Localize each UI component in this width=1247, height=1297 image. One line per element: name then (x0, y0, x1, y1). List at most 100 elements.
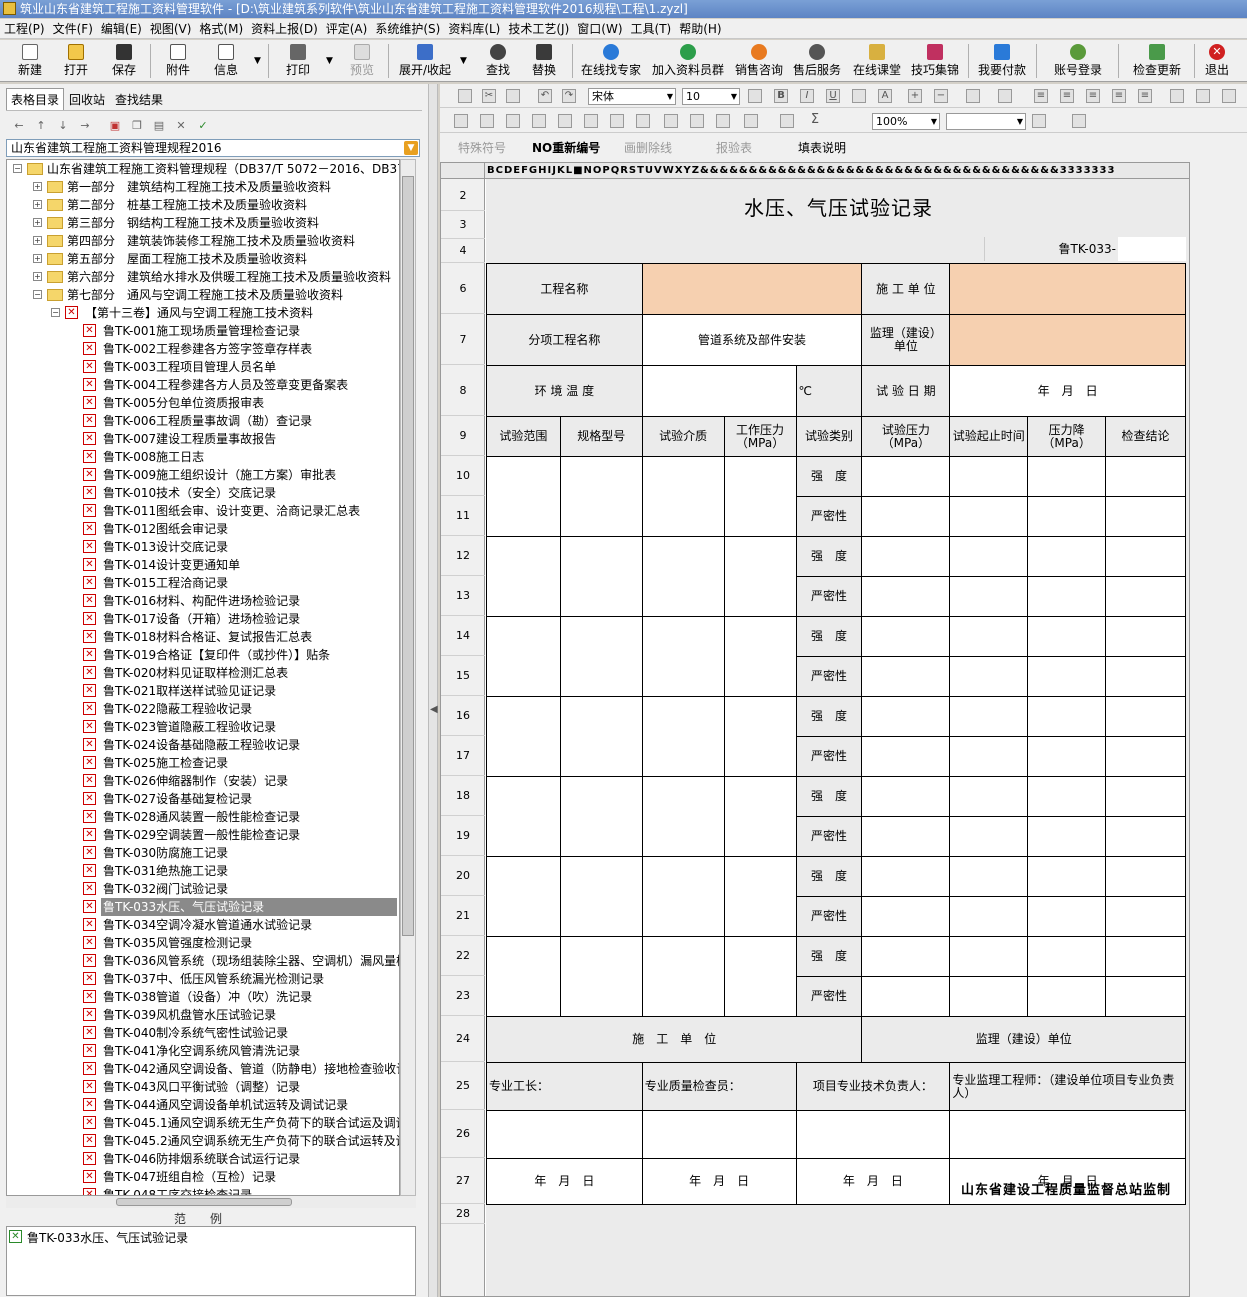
superscript-icon[interactable] (966, 89, 980, 103)
menu-library[interactable]: 资料库(L) (444, 19, 504, 39)
split-icon[interactable] (480, 114, 494, 128)
test-data-cell[interactable] (723, 936, 797, 1017)
menu-window[interactable]: 窗口(W) (573, 19, 626, 39)
test-date-field[interactable]: 年 月 日 (949, 365, 1186, 417)
col-insert-icon[interactable] (558, 114, 572, 128)
check-update-button[interactable]: 检查更新 (1126, 42, 1188, 80)
test-data-cell[interactable] (1027, 976, 1107, 1017)
row-number[interactable]: 9 (441, 416, 485, 456)
test-data-cell[interactable] (723, 696, 797, 777)
tree-node[interactable]: ✕ 鲁TK-041净化空调系统风管清洗记录 (7, 1042, 399, 1060)
test-data-cell[interactable] (1105, 576, 1186, 617)
test-data-cell[interactable] (723, 616, 797, 697)
online-class-button[interactable]: 在线课堂 (850, 42, 904, 80)
tree-node[interactable]: ✕ 鲁TK-015工程洽商记录 (7, 574, 399, 592)
test-data-cell[interactable] (1105, 736, 1186, 777)
lock-icon[interactable] (636, 114, 650, 128)
test-data-cell[interactable] (861, 896, 951, 937)
row-number[interactable]: 26 (441, 1110, 485, 1158)
scrollbar-thumb[interactable] (116, 1198, 292, 1206)
tree-node[interactable]: ✕ 鲁TK-001施工现场质量管理检查记录 (7, 322, 399, 340)
tree-node[interactable]: ✕ 鲁TK-046防排烟系统联合试运行记录 (7, 1150, 399, 1168)
link-icon[interactable] (716, 114, 730, 128)
tree-node[interactable]: − 第七部分 通风与空调工程施工技术及质量验收资料 (7, 286, 399, 304)
row-number[interactable]: 20 (441, 856, 485, 896)
test-data-cell[interactable] (1105, 816, 1186, 857)
tree-node[interactable]: ✕ 鲁TK-003工程项目管理人员名单 (7, 358, 399, 376)
test-data-cell[interactable] (1105, 696, 1186, 737)
tree-node[interactable]: ✕ 鲁TK-014设计变更通知单 (7, 556, 399, 574)
test-data-cell[interactable] (861, 936, 951, 977)
test-data-cell[interactable] (559, 536, 643, 617)
tree-node[interactable]: ✕ 鲁TK-040制冷系统气密性试验记录 (7, 1024, 399, 1042)
date-field-1[interactable]: 年 月 日 (486, 1158, 643, 1205)
row-number[interactable]: 10 (441, 456, 485, 496)
tree-node[interactable]: ✕ 鲁TK-038管道（设备）冲（吹）洗记录 (7, 988, 399, 1006)
chart-icon[interactable] (744, 114, 758, 128)
test-data-cell[interactable] (486, 536, 561, 617)
border-icon[interactable] (1032, 114, 1046, 128)
attach-button[interactable]: 附件 (162, 42, 194, 80)
tree-node[interactable]: ✕ 鲁TK-019合格证【复印件（或抄件）】贴条 (7, 646, 399, 664)
row-number[interactable]: 27 (441, 1158, 485, 1204)
test-data-cell[interactable] (1027, 816, 1107, 857)
fill-color-icon[interactable] (852, 89, 866, 103)
tips-button[interactable]: 技巧集锦 (908, 42, 962, 80)
tree-node[interactable]: ✕ 鲁TK-008施工日志 (7, 448, 399, 466)
tree-node[interactable]: ✕ 鲁TK-002工程参建各方签字签章存样表 (7, 340, 399, 358)
inspection-report-button[interactable]: 报验表 (716, 139, 752, 156)
distribute-icon[interactable] (1196, 89, 1210, 103)
grid-icon[interactable] (584, 114, 598, 128)
tree-node[interactable]: ✕ 鲁TK-035风管强度检测记录 (7, 934, 399, 952)
row-number[interactable]: 13 (441, 576, 485, 616)
copy-icon[interactable]: ❐ (130, 119, 144, 132)
test-data-cell[interactable] (949, 936, 1029, 977)
test-data-cell[interactable] (486, 456, 561, 537)
test-data-cell[interactable] (1105, 976, 1186, 1017)
tree-node[interactable]: ✕ 鲁TK-045.1通风空调系统无生产负荷下的联合试运及调试 (7, 1114, 399, 1132)
test-data-cell[interactable] (559, 696, 643, 777)
date-field-2[interactable]: 年 月 日 (641, 1158, 797, 1205)
test-data-cell[interactable] (1105, 896, 1186, 937)
tree-node[interactable]: ✕ 鲁TK-027设备基础复检记录 (7, 790, 399, 808)
new-button[interactable]: 新建 (14, 42, 46, 80)
menu-tech[interactable]: 技术工艺(J) (504, 19, 573, 39)
menu-view[interactable]: 视图(V) (146, 19, 196, 39)
tree-node[interactable]: ✕ 鲁TK-018材料合格证、复试报告汇总表 (7, 628, 399, 646)
test-data-cell[interactable] (949, 496, 1029, 537)
info-button[interactable]: 信息 (210, 42, 242, 80)
tree-node[interactable]: ✕ 鲁TK-017设备（开箱）进场检验记录 (7, 610, 399, 628)
subproject-field[interactable]: 管道系统及部件安装 (641, 314, 863, 366)
menu-format[interactable]: 格式(M) (195, 19, 247, 39)
tree-node[interactable]: ✕ 鲁TK-021取样送样试验见证记录 (7, 682, 399, 700)
tab-table-catalog[interactable]: 表格目录 (6, 88, 65, 110)
test-data-cell[interactable] (1027, 496, 1107, 537)
undo-icon[interactable]: ↶ (538, 89, 552, 103)
sales-consult-button[interactable]: 销售咨询 (732, 42, 786, 80)
print-dropdown-icon[interactable]: ▼ (326, 56, 333, 66)
test-data-cell[interactable] (1027, 776, 1107, 817)
tree-node[interactable]: ✕ 鲁TK-013设计交底记录 (7, 538, 399, 556)
test-data-cell[interactable] (1105, 456, 1186, 497)
expand-toggle-icon[interactable]: + (33, 218, 42, 227)
test-data-cell[interactable] (641, 616, 725, 697)
fill-instructions-button[interactable]: 填表说明 (798, 139, 846, 156)
tree-node[interactable]: ✕ 鲁TK-006工程质量事故调（勘）查记录 (7, 412, 399, 430)
open-button[interactable]: 打开 (60, 42, 92, 80)
test-data-cell[interactable] (641, 696, 725, 777)
tab-recycle-bin[interactable]: 回收站 (64, 88, 110, 111)
menu-tools[interactable]: 工具(T) (627, 19, 676, 39)
row-number[interactable]: 23 (441, 976, 485, 1016)
italic-icon[interactable]: I (800, 89, 814, 103)
tree-node[interactable]: ✕ 鲁TK-009施工组织设计（施工方案）审批表 (7, 466, 399, 484)
redo-icon[interactable]: ↷ (562, 89, 576, 103)
project-name-field[interactable] (641, 263, 863, 315)
test-data-cell[interactable] (559, 616, 643, 697)
tree-node[interactable]: ✕ 鲁TK-020材料见证取样检测汇总表 (7, 664, 399, 682)
cut-icon[interactable]: ✂ (482, 89, 496, 103)
sigma-icon[interactable]: Σ (808, 113, 822, 128)
expand-toggle-icon[interactable]: + (33, 182, 42, 191)
date-field-3[interactable]: 年 月 日 (795, 1158, 951, 1205)
test-data-cell[interactable] (861, 616, 951, 657)
tree-hscrollbar[interactable] (6, 1196, 416, 1208)
